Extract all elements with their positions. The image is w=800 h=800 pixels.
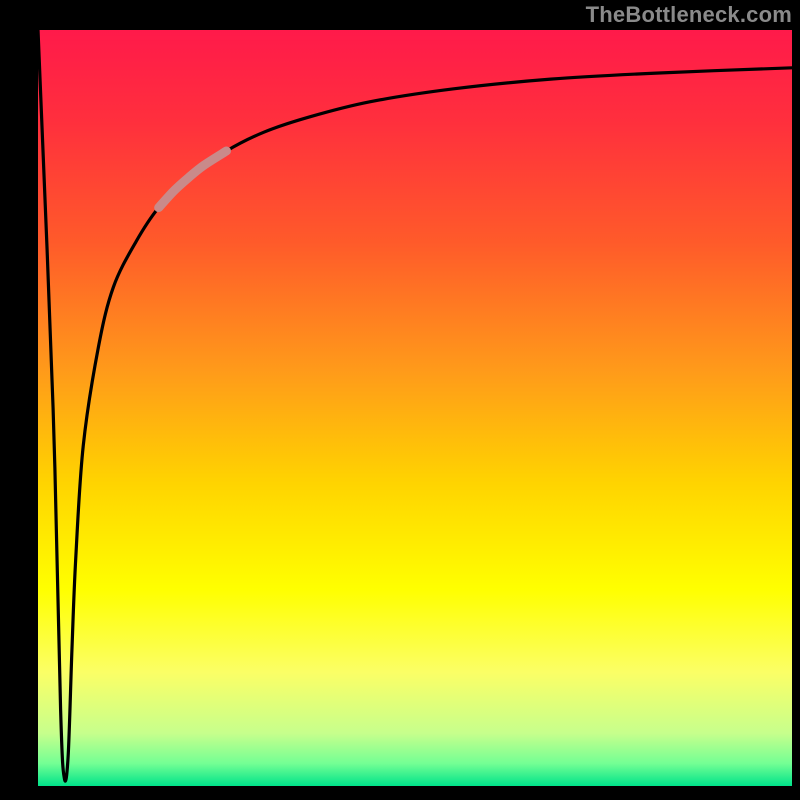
plot-gradient-background [38, 30, 792, 786]
bottleneck-chart [0, 0, 800, 800]
watermark-text: TheBottleneck.com [586, 2, 792, 28]
chart-frame: { "watermark": "TheBottleneck.com", "col… [0, 0, 800, 800]
